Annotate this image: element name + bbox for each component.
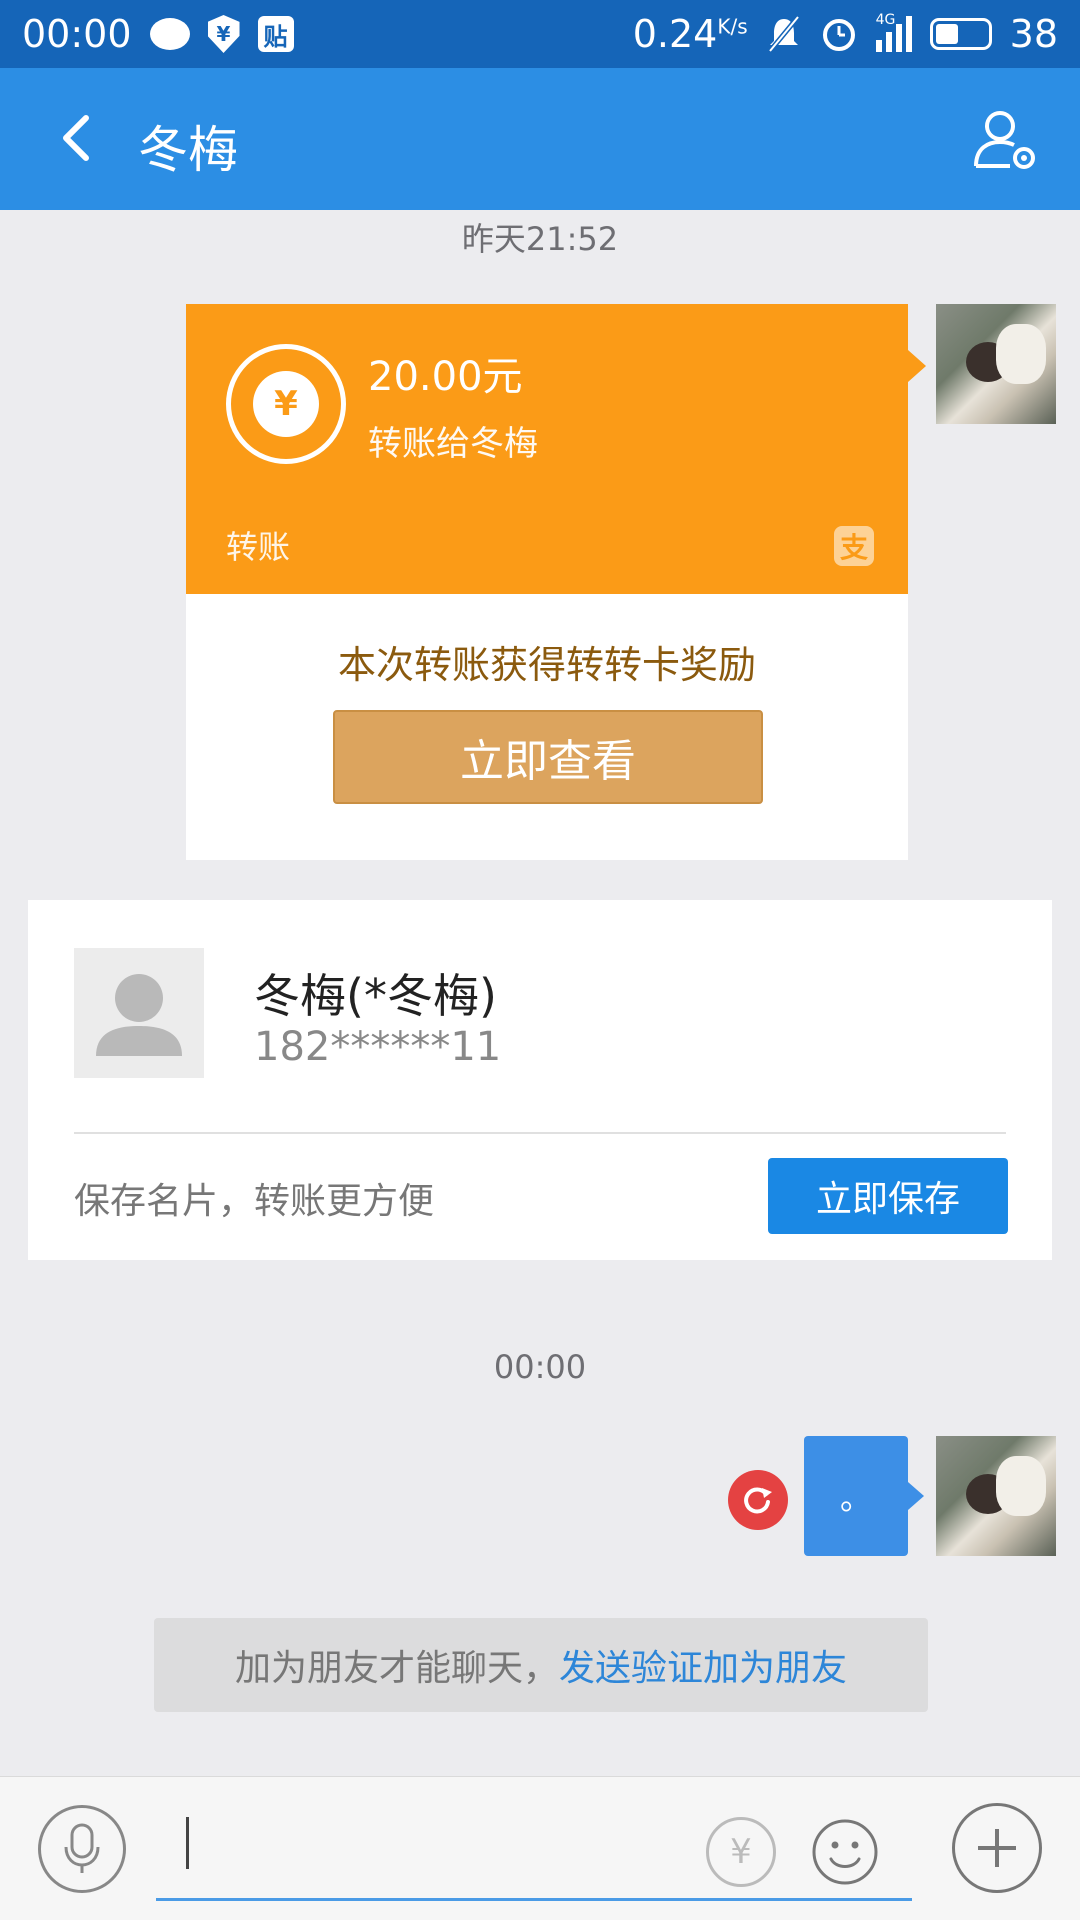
send-verification-link[interactable]: 发送验证加为朋友 xyxy=(559,1639,847,1691)
network-speed-unit: K/s xyxy=(717,14,748,39)
back-arrow-icon[interactable] xyxy=(50,110,106,166)
save-contact-button[interactable]: 立即保存 xyxy=(768,1158,1008,1234)
bubble-tail xyxy=(908,350,926,382)
status-bar: 00:00 ¥ 贴 0.24K/s 4G 38 xyxy=(0,0,1080,68)
transfer-icon[interactable]: ¥ xyxy=(706,1817,776,1887)
status-time: 00:00 xyxy=(22,12,132,56)
message-notification-icon xyxy=(149,18,190,50)
text-message-bubble[interactable]: 。 xyxy=(804,1436,908,1556)
friend-notice-text: 加为朋友才能聊天， xyxy=(234,1648,559,1689)
message-timestamp: 00:00 xyxy=(493,1348,587,1386)
battery-level: 38 xyxy=(1009,12,1058,56)
voice-input-button[interactable] xyxy=(38,1805,126,1893)
input-bar: ¥ xyxy=(0,1776,1080,1920)
transfer-amount: 20.00元 xyxy=(368,354,523,400)
contact-avatar xyxy=(74,948,204,1078)
more-options-button[interactable] xyxy=(952,1803,1042,1893)
save-hint: 保存名片，转账更方便 xyxy=(74,1181,435,1222)
default-user-icon xyxy=(96,974,182,1056)
network-speed: 0.24K/s xyxy=(632,12,748,56)
app-notification-icon: 贴 xyxy=(257,16,294,52)
network-type: 4G xyxy=(875,12,896,28)
transfer-yen-icon: ¥ xyxy=(226,344,346,464)
bubble-tail xyxy=(908,1482,924,1510)
my-avatar[interactable] xyxy=(936,1436,1056,1556)
microphone-icon xyxy=(64,1823,100,1873)
contact-name: 冬梅(*冬梅) xyxy=(254,969,497,1023)
signal-icon: 4G xyxy=(875,12,912,52)
transfer-recipient: 转账给冬梅 xyxy=(368,424,538,464)
view-now-button[interactable]: 立即查看 xyxy=(333,710,763,804)
chat-title: 冬梅 xyxy=(138,121,238,179)
resend-icon[interactable] xyxy=(728,1470,788,1530)
emoji-icon[interactable] xyxy=(810,1817,880,1887)
security-icon: ¥ xyxy=(207,15,240,53)
plus-icon xyxy=(978,1829,1016,1867)
battery-icon xyxy=(929,18,992,50)
transfer-label: 转账 xyxy=(226,528,291,566)
profile-settings-icon[interactable] xyxy=(970,104,1040,174)
contact-card[interactable]: 冬梅(*冬梅) 182******11 保存名片，转账更方便 立即保存 xyxy=(28,900,1052,1260)
text-caret xyxy=(186,1817,189,1869)
alarm-icon xyxy=(822,19,855,51)
transfer-header[interactable]: ¥ 20.00元 转账给冬梅 转账 支 xyxy=(186,304,908,594)
divider xyxy=(74,1132,1006,1134)
mute-bell-icon xyxy=(767,15,800,53)
alipay-icon: 支 xyxy=(834,526,874,566)
message-input[interactable] xyxy=(156,1791,912,1901)
contact-phone: 182******11 xyxy=(254,1024,502,1070)
reward-text: 本次转账获得转转卡奖励 xyxy=(337,643,756,687)
message-timestamp: 昨天21:52 xyxy=(461,220,619,258)
friend-notice: 加为朋友才能聊天， 发送验证加为朋友 xyxy=(154,1618,928,1712)
chat-header: 冬梅 xyxy=(0,68,1080,210)
transfer-message-card[interactable]: ¥ 20.00元 转账给冬梅 转账 支 本次转账获得转转卡奖励 立即查看 xyxy=(186,304,908,860)
my-avatar[interactable] xyxy=(936,304,1056,424)
